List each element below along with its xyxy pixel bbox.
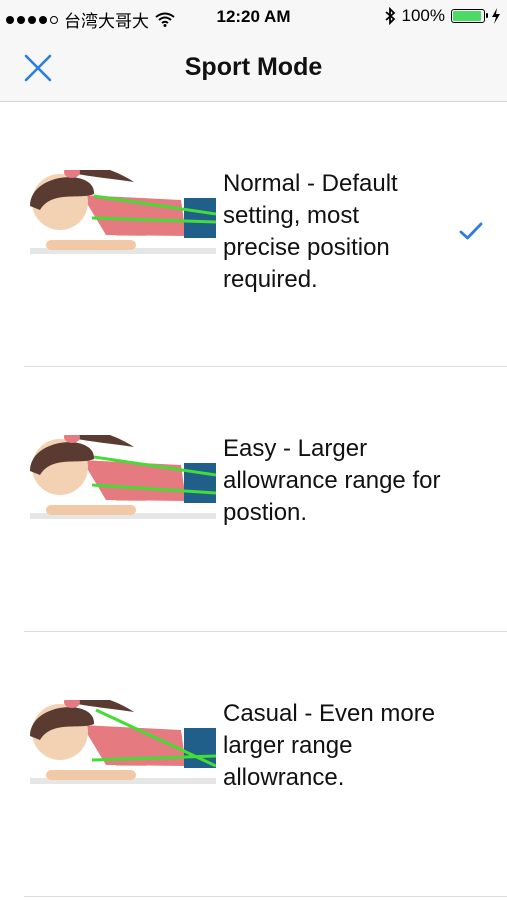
plank-illustration-easy [30, 435, 216, 519]
mode-description-normal: Normal - Default setting, most precise p… [223, 170, 398, 293]
mode-option-normal[interactable]: Normal - Default setting, most precise p… [24, 102, 507, 367]
charging-bolt-icon [492, 8, 500, 24]
mode-option-easy[interactable]: Easy - Larger allowrance range for posti… [24, 367, 507, 632]
mode-option-casual[interactable]: Casual - Even more larger range allowran… [24, 632, 507, 897]
battery-percent: 100% [401, 6, 445, 25]
status-right: 100% [384, 6, 501, 26]
page-title: Sport Mode [184, 53, 323, 81]
bluetooth-icon [384, 7, 395, 25]
mode-description-easy: Easy - Larger allowrance range for posti… [223, 435, 441, 526]
status-bar: 台湾大哥大 12:20 AM 100% [0, 0, 507, 34]
plank-illustration-normal [30, 170, 216, 254]
sport-mode-list: Normal - Default setting, most precise p… [0, 102, 507, 897]
checkmark-icon [459, 222, 483, 240]
battery-icon [451, 9, 488, 23]
plank-illustration-casual [30, 700, 216, 784]
nav-bar: Sport Mode [0, 34, 507, 102]
mode-description-casual: Casual - Even more larger range allowran… [223, 700, 436, 791]
